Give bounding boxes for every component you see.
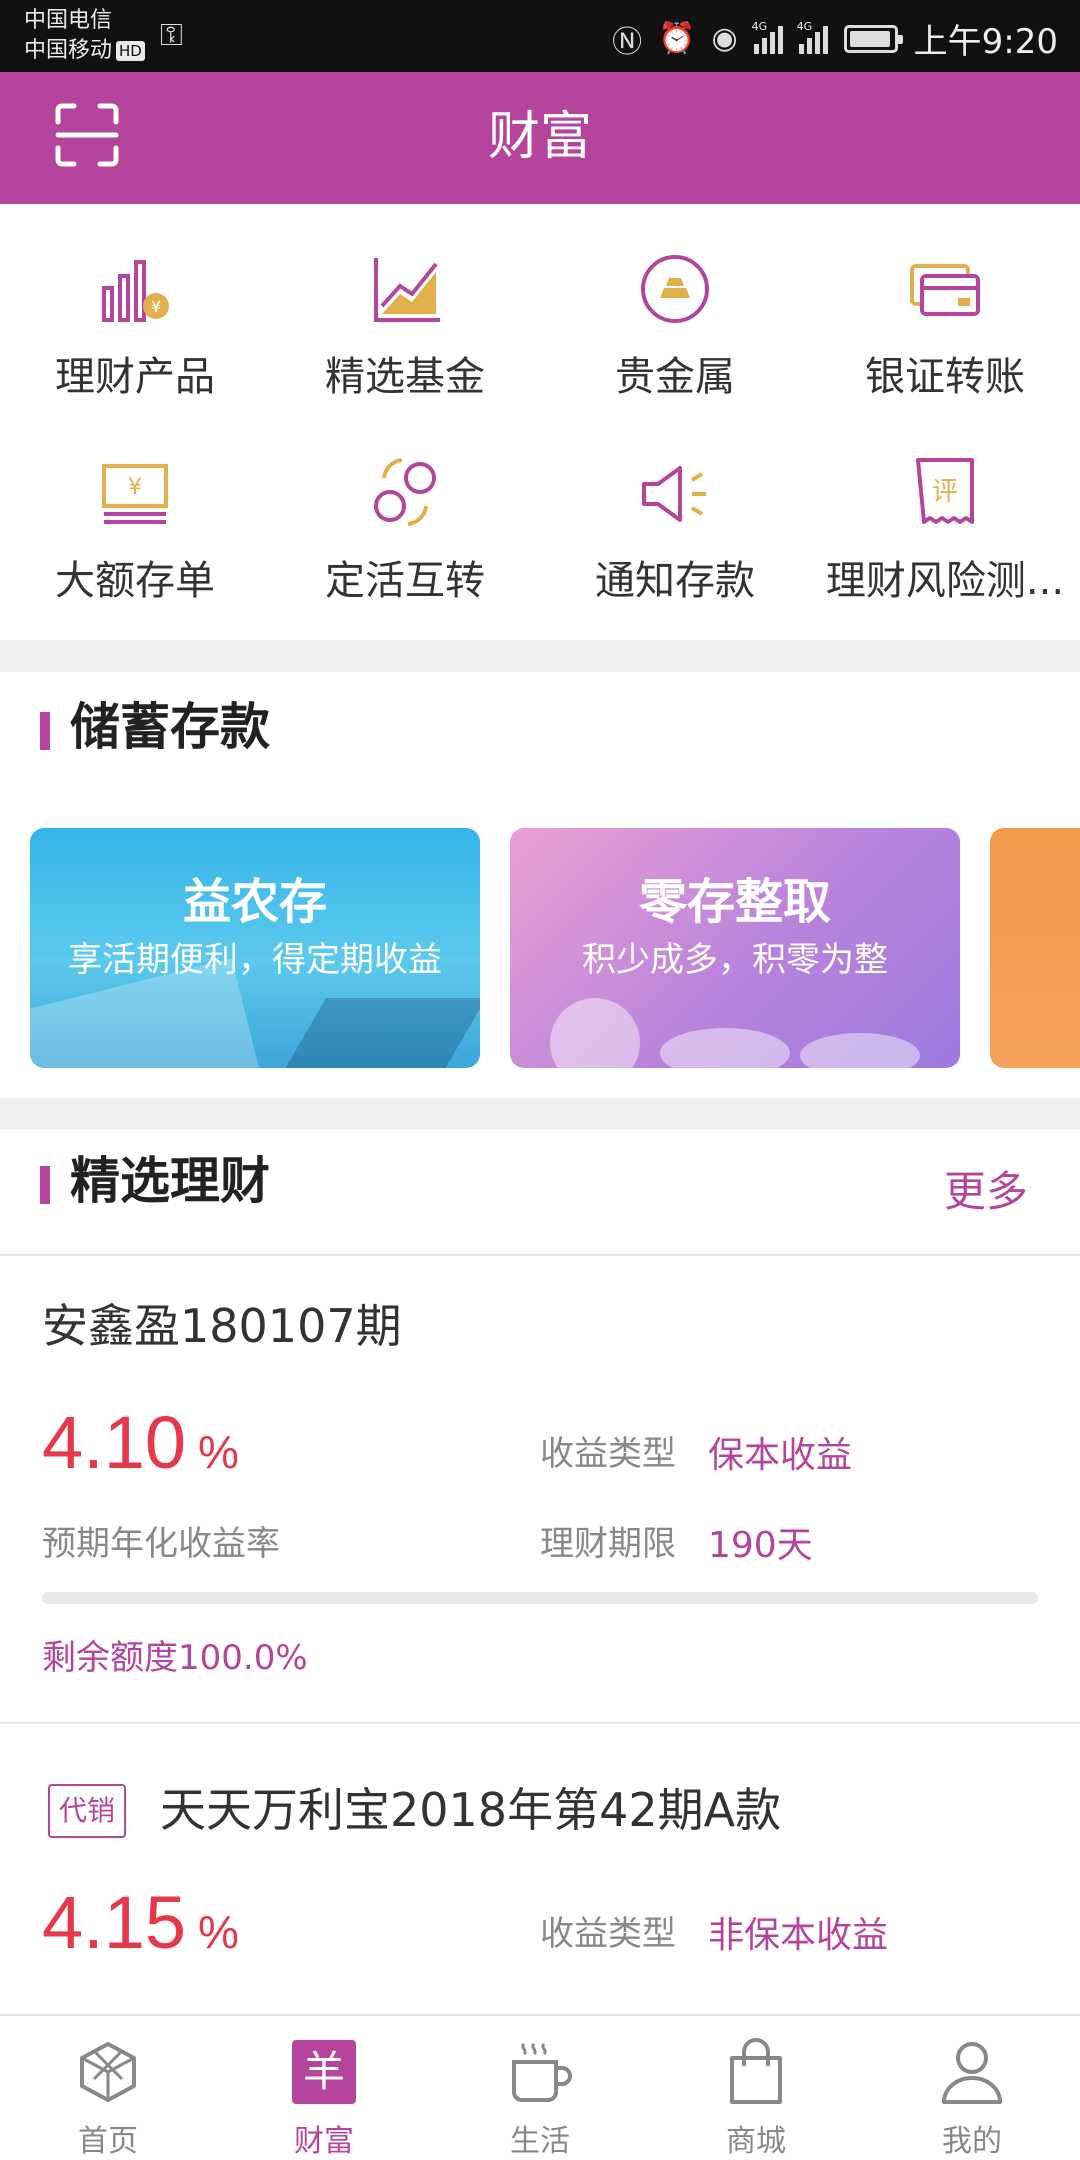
- life-icon: [512, 2042, 572, 2102]
- card-title: 益农存: [182, 874, 327, 930]
- hd-badge: HD: [116, 41, 145, 61]
- nav-home[interactable]: 首页: [0, 2016, 216, 2160]
- card-title: 零存整取: [638, 874, 831, 930]
- signal-icon-2: 4G: [797, 20, 828, 54]
- product-rate: 4.10%: [42, 1401, 239, 1484]
- app-header: 财富: [0, 72, 1080, 204]
- term-label: 理财期限: [540, 1524, 676, 1564]
- financial-products-icon: ¥: [102, 260, 169, 322]
- menu-large-deposit[interactable]: ¥ 大额存单: [0, 408, 270, 608]
- svg-text:¥: ¥: [151, 297, 161, 316]
- carrier-1: 中国电信: [24, 8, 113, 33]
- product-name: 天天万利宝2018年第42期A款: [160, 1783, 782, 1837]
- savings-card-partial[interactable]: [990, 828, 1080, 1068]
- nav-shop[interactable]: 商城: [648, 2016, 864, 2160]
- home-icon: [80, 2042, 136, 2102]
- bottom-nav: 首页 羊 财富 生活 商城 我的: [0, 2014, 1080, 2160]
- product-rate: 4.15%: [42, 1881, 239, 1964]
- menu-label: 银证转账: [865, 354, 1025, 400]
- menu-label: 贵金属: [615, 354, 735, 400]
- menu-selected-funds[interactable]: 精选基金: [270, 204, 540, 404]
- income-type-label: 收益类型: [540, 1434, 676, 1474]
- nav-wealth[interactable]: 羊 财富: [216, 2016, 432, 2160]
- savings-section: 储蓄存款 益农存 享活期便利，得定期收益 零存整取 积少成多，积零为整: [0, 672, 1080, 1098]
- product-name: 安鑫盈180107期: [42, 1299, 402, 1353]
- notice-deposit-icon: [642, 466, 706, 522]
- fixed-current-exchange-icon: [374, 458, 436, 526]
- status-bar: 中国电信 中国移动 HD ⚿ Ⓝ ⏰ ◉ 4G 4G 上午9:20: [0, 0, 1080, 72]
- income-type-label: 收益类型: [540, 1914, 676, 1954]
- nav-label: 商城: [726, 2124, 786, 2159]
- menu-label: 通知存款: [595, 558, 755, 604]
- menu-risk-assessment[interactable]: 评 理财风险测...: [810, 408, 1080, 608]
- featured-finance-section: 精选理财 更多 安鑫盈180107期 4.10% 收益类型 保本收益 预期年化收…: [0, 1130, 1080, 2014]
- svg-text:¥: ¥: [128, 475, 142, 500]
- menu-precious-metals[interactable]: 贵金属: [540, 204, 810, 404]
- menu-financial-products[interactable]: ¥ 理财产品: [0, 204, 270, 404]
- precious-metals-icon: [641, 255, 709, 323]
- large-deposit-icon: ¥: [102, 464, 168, 524]
- nav-label: 财富: [294, 2124, 354, 2159]
- nav-label: 首页: [78, 2124, 138, 2159]
- menu-label: 大额存单: [55, 558, 215, 604]
- nav-profile[interactable]: 我的: [864, 2016, 1080, 2160]
- remaining-quota: 剩余额度100.0%: [42, 1638, 308, 1678]
- rate-label: 预期年化收益率: [42, 1524, 280, 1564]
- shop-icon: [730, 2038, 782, 2104]
- nfc-icon: Ⓝ: [612, 24, 643, 60]
- carrier-2: 中国移动: [24, 38, 113, 63]
- menu-bank-securities-transfer[interactable]: 银证转账: [810, 204, 1080, 404]
- income-type-value: 保本收益: [708, 1435, 853, 1476]
- divider: [0, 1254, 1080, 1256]
- eye-icon: ◉: [711, 21, 738, 56]
- risk-assessment-icon: 评: [916, 458, 974, 524]
- card-subtitle: 积少成多，积零为整: [582, 940, 888, 980]
- quota-progress-bar: [42, 1592, 1038, 1604]
- bank-securities-transfer-icon: [910, 264, 980, 316]
- section-title: 储蓄存款: [40, 692, 270, 762]
- more-link[interactable]: 更多: [944, 1158, 1028, 1219]
- savings-card-yinongcun[interactable]: 益农存 享活期便利，得定期收益: [30, 828, 480, 1068]
- card-subtitle: 享活期便利，得定期收益: [68, 940, 442, 980]
- signal-icon: 4G: [752, 20, 783, 54]
- nav-life[interactable]: 生活: [432, 2016, 648, 2160]
- quick-menu: ¥ 理财产品 精选基金 贵金属 银证转账 ¥ 大额存单 定活互转 通知存款 评 …: [0, 204, 1080, 640]
- carrier-info: 中国电信 中国移动 HD: [24, 6, 145, 66]
- divider: [0, 1722, 1080, 1724]
- savings-card-lingcunzhengqu[interactable]: 零存整取 积少成多，积零为整: [510, 828, 960, 1068]
- svg-text:羊: 羊: [303, 2047, 345, 2096]
- nav-label: 我的: [942, 2124, 1002, 2159]
- agent-sale-tag: 代销: [48, 1784, 126, 1838]
- wealth-icon: 羊: [292, 2040, 356, 2104]
- menu-label: 理财产品: [55, 354, 215, 400]
- selected-funds-icon: [374, 258, 440, 322]
- profile-icon: [942, 2042, 1002, 2104]
- income-type-value: 非保本收益: [708, 1915, 889, 1956]
- key-icon: ⚿: [160, 18, 183, 53]
- menu-label: 精选基金: [325, 354, 485, 400]
- clock: 上午9:20: [913, 22, 1058, 62]
- page-title: 财富: [487, 107, 592, 167]
- svg-text:评: 评: [932, 477, 958, 507]
- alarm-icon: ⏰: [658, 21, 696, 56]
- menu-label: 理财风险测...: [825, 558, 1065, 604]
- menu-notice-deposit[interactable]: 通知存款: [540, 408, 810, 608]
- section-title: 精选理财: [40, 1146, 270, 1216]
- battery-icon: [843, 24, 903, 53]
- menu-label: 定活互转: [325, 558, 485, 604]
- term-value: 190天: [708, 1525, 813, 1566]
- menu-fixed-current-exchange[interactable]: 定活互转: [270, 408, 540, 608]
- nav-label: 生活: [510, 2124, 570, 2159]
